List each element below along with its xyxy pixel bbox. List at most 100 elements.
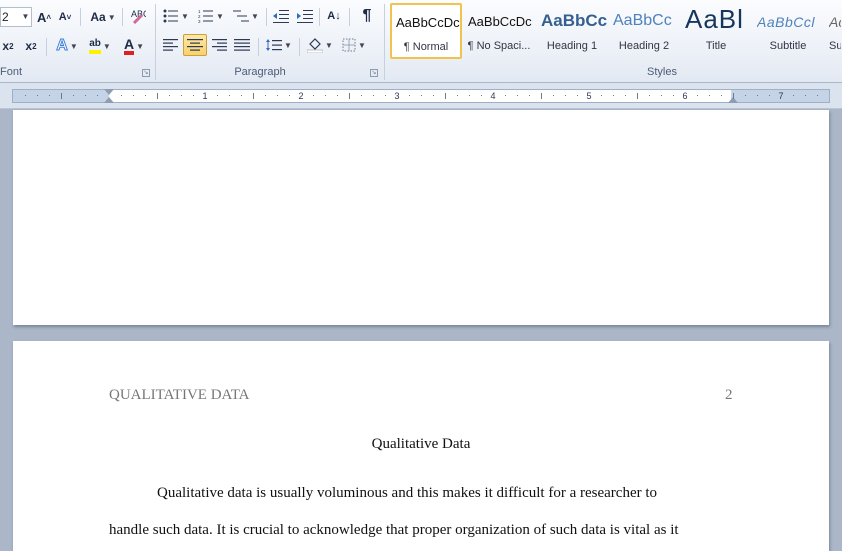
ruler-minor-tick <box>529 95 530 96</box>
highlight-button[interactable]: ab ▼ <box>84 35 116 57</box>
ruler-minor-tick <box>757 95 758 96</box>
font-color-icon: A <box>123 37 135 55</box>
chevron-down-icon: ▼ <box>102 41 111 51</box>
increase-indent-button[interactable] <box>294 5 316 27</box>
ruler-half-tick <box>253 93 254 99</box>
ruler-minor-tick <box>613 95 614 96</box>
sort-icon: A↓ <box>327 10 341 22</box>
group-separator <box>384 4 385 80</box>
ruler-minor-tick <box>277 95 278 96</box>
ruler-minor-tick <box>337 95 338 96</box>
shading-button[interactable]: ▼ <box>304 34 336 56</box>
ruler-minor-tick <box>421 95 422 96</box>
align-right-button[interactable] <box>208 34 230 56</box>
style-subtitle[interactable]: AaBbCcl Subtitle <box>752 3 824 59</box>
ruler-number: 7 <box>778 91 784 101</box>
separator <box>319 8 320 26</box>
font-size-dropdown-arrow[interactable]: ▼ <box>20 8 31 26</box>
superscript-button[interactable]: x2 <box>22 35 40 57</box>
clear-formatting-button[interactable]: ABC <box>127 5 149 27</box>
ruler-minor-tick <box>817 95 818 96</box>
ruler-minor-tick <box>229 95 230 96</box>
separator <box>299 38 300 56</box>
multilevel-list-button[interactable]: ▼ <box>230 5 262 27</box>
styles-group-label: Styles <box>647 66 677 78</box>
ruler-minor-tick <box>193 95 194 96</box>
numbered-list-icon: 123 <box>198 9 214 23</box>
ruler-minor-tick <box>565 95 566 96</box>
shrink-font-button[interactable]: A ˅ <box>56 6 74 28</box>
ruler-half-tick <box>445 93 446 99</box>
paragraph-dialog-launcher[interactable]: ↘ <box>370 69 378 77</box>
show-formatting-button[interactable]: ¶ <box>356 5 378 27</box>
hanging-indent-marker[interactable] <box>104 97 114 103</box>
ruler-minor-tick <box>25 95 26 96</box>
font-group-label: Font <box>0 66 23 78</box>
separator <box>122 8 123 26</box>
increase-indent-icon <box>297 10 313 23</box>
align-center-button[interactable] <box>183 34 207 56</box>
text-effects-button[interactable]: A ▼ <box>52 35 82 57</box>
style-subtle-emphasis[interactable]: Ac Su <box>824 3 842 59</box>
decrease-indent-button[interactable] <box>270 5 292 27</box>
paragraph-line: Qualitative data is usually voluminous a… <box>157 485 658 501</box>
svg-text:3: 3 <box>198 19 201 23</box>
ruler-minor-tick <box>373 95 374 96</box>
document-page-1[interactable] <box>13 110 829 325</box>
ribbon: 2 ▼ A˄ A˅ Aa▼ ABC x2 x2 A▼ ab▼ A▼ Font ↘… <box>0 0 842 83</box>
ruler-minor-tick <box>97 95 98 96</box>
ruler-minor-tick <box>121 95 122 96</box>
style-title[interactable]: AaBl Title <box>680 3 752 59</box>
paint-bucket-icon <box>307 38 324 53</box>
font-dialog-launcher[interactable]: ↘ <box>142 69 150 77</box>
ruler-minor-tick <box>37 95 38 96</box>
bullet-list-icon <box>163 9 179 23</box>
ruler-minor-tick <box>241 95 242 96</box>
caret-down-icon: ˅ <box>66 12 72 22</box>
align-right-icon <box>212 39 227 51</box>
ruler-minor-tick <box>217 95 218 96</box>
bullets-button[interactable]: ▼ <box>160 5 192 27</box>
ruler-minor-tick <box>649 95 650 96</box>
ruler-minor-tick <box>457 95 458 96</box>
ruler-bar: 1 2 3 4 5 6 7 <box>0 83 842 109</box>
ruler-minor-tick <box>481 95 482 96</box>
ruler-minor-tick <box>145 95 146 96</box>
change-case-button[interactable]: Aa ▼ <box>88 6 118 28</box>
style-no-spacing[interactable]: AaBbCcDc ¶ No Spaci... <box>463 3 535 59</box>
grow-font-button[interactable]: A ˄ <box>35 6 53 28</box>
text-effects-icon: A <box>56 37 69 55</box>
ruler-minor-tick <box>505 95 506 96</box>
line-spacing-icon <box>266 39 283 51</box>
line-spacing-button[interactable]: ▼ <box>263 34 295 56</box>
chevron-down-icon: ▼ <box>107 12 116 22</box>
ruler-minor-tick <box>661 95 662 96</box>
pilcrow-icon: ¶ <box>362 7 372 24</box>
horizontal-ruler[interactable]: 1 2 3 4 5 6 7 <box>12 89 830 103</box>
ruler-minor-tick <box>721 95 722 96</box>
paragraph-line: handle such data. It is crucial to ackno… <box>109 522 679 538</box>
style-heading-2[interactable]: AaBbCc Heading 2 <box>608 3 680 59</box>
ruler-minor-tick <box>133 95 134 96</box>
subscript-button[interactable]: x2 <box>0 35 16 57</box>
numbering-button[interactable]: 123 ▼ <box>194 5 228 27</box>
align-left-button[interactable] <box>160 34 182 56</box>
chevron-down-icon: ▼ <box>325 40 333 50</box>
chevron-down-icon: ▼ <box>69 41 78 51</box>
ruler-minor-tick <box>697 95 698 96</box>
caret-up-icon: ˄ <box>46 12 52 22</box>
ruler-minor-tick <box>577 95 578 96</box>
style-normal[interactable]: AaBbCcDc ¶ Normal <box>390 3 462 59</box>
font-color-button[interactable]: A ▼ <box>118 35 150 57</box>
borders-button[interactable]: ▼ <box>339 34 369 56</box>
group-separator <box>155 4 156 80</box>
style-heading-1[interactable]: AaBbCc Heading 1 <box>536 3 608 59</box>
ruler-number: 1 <box>202 91 208 101</box>
ruler-minor-tick <box>745 95 746 96</box>
page-number: 2 <box>725 387 733 403</box>
first-line-indent-marker[interactable] <box>104 89 114 95</box>
justify-button[interactable] <box>231 34 253 56</box>
ruler-half-tick <box>349 93 350 99</box>
sort-button[interactable]: A↓ <box>323 5 345 27</box>
document-page-2[interactable]: QUALITATIVE DATA 2 Qualitative Data Qual… <box>13 341 829 551</box>
